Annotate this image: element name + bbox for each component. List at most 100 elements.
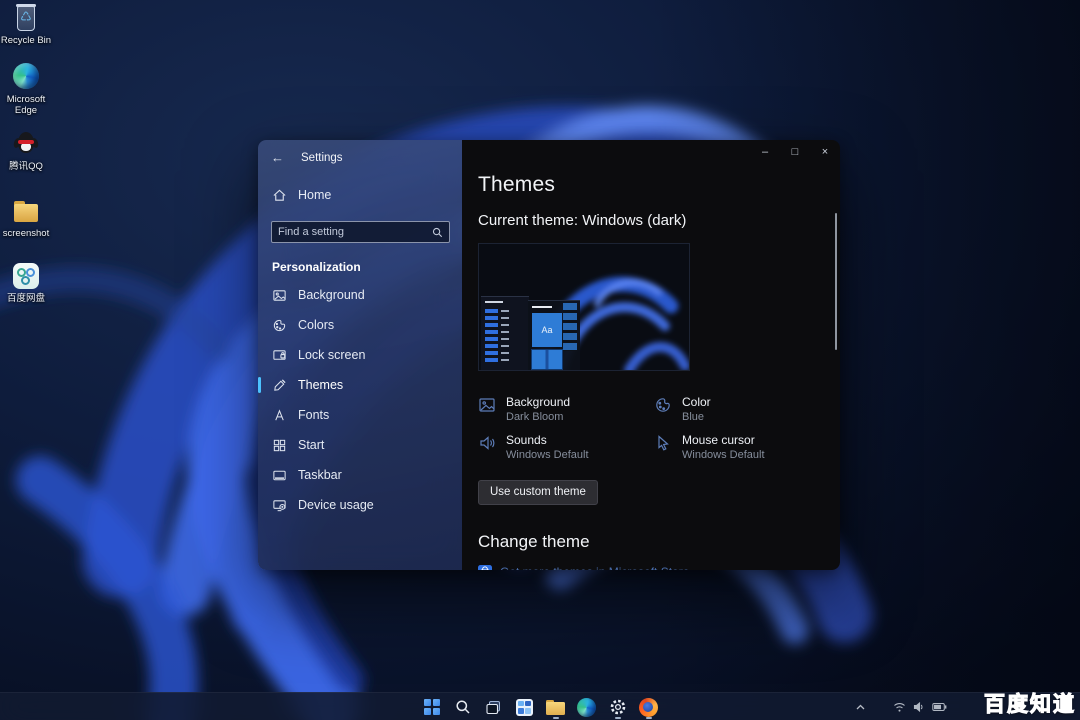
minimize-button[interactable]: – — [750, 140, 780, 164]
start-icon — [272, 438, 287, 453]
sidebar-item-label: Colors — [298, 318, 334, 332]
chevron-up-icon[interactable] — [855, 702, 866, 713]
desktop-icon-qq[interactable]: 腾讯QQ — [0, 130, 52, 172]
property-label: Mouse cursor — [682, 433, 765, 447]
qq-penguin-icon — [12, 130, 40, 158]
current-theme-text: Current theme: Windows (dark) — [478, 212, 840, 229]
desktop-icon-recycle-bin[interactable]: Recycle Bin — [0, 4, 52, 46]
selected-indicator — [258, 377, 261, 393]
desktop-icon-microsoft-edge[interactable]: Microsoft Edge — [0, 62, 52, 116]
background-image-icon — [478, 396, 496, 414]
search-icon — [432, 227, 443, 238]
settings-button[interactable] — [605, 695, 630, 719]
close-button[interactable]: × — [810, 140, 840, 164]
sidebar-item-label: Themes — [298, 378, 343, 392]
file-explorer-button[interactable] — [543, 695, 568, 719]
content-scrollbar[interactable] — [835, 213, 837, 350]
page-title: Themes — [478, 173, 840, 197]
wifi-icon[interactable] — [893, 701, 906, 713]
sidebar-item-taskbar[interactable]: Taskbar — [258, 460, 462, 490]
sidebar-item-label: Taskbar — [298, 468, 342, 482]
search-box[interactable] — [271, 221, 450, 243]
device-usage-icon — [272, 498, 287, 513]
preview-mini-start-menu: Aa — [528, 300, 580, 371]
property-value: Windows Default — [506, 449, 589, 461]
search-icon — [455, 699, 471, 715]
battery-icon[interactable] — [932, 702, 947, 712]
task-view-icon — [485, 699, 502, 716]
preview-aa-tile: Aa — [532, 313, 562, 347]
property-color: Color Blue — [654, 395, 840, 423]
settings-window: ← Settings Home Personalization — [258, 140, 840, 570]
property-value: Blue — [682, 411, 711, 423]
property-sounds: Sounds Windows Default — [478, 433, 654, 461]
start-button[interactable] — [419, 695, 444, 719]
sidebar-item-fonts[interactable]: Fonts — [258, 400, 462, 430]
sidebar-item-lock-screen[interactable]: Lock screen — [258, 340, 462, 370]
window-title: Settings — [301, 152, 343, 164]
property-mouse-cursor: Mouse cursor Windows Default — [654, 433, 840, 461]
taskbar-icon — [272, 468, 287, 483]
color-palette-icon — [654, 396, 672, 414]
widgets-button[interactable] — [512, 695, 537, 719]
settings-content: – □ × Themes Current theme: Windows (dar… — [462, 140, 840, 570]
sidebar-item-background[interactable]: Background — [258, 280, 462, 310]
taskbar-search-button[interactable] — [450, 695, 475, 719]
property-label: Color — [682, 395, 711, 409]
preview-mini-window — [481, 296, 529, 370]
fonts-icon — [272, 408, 287, 423]
desktop-icon-label: screenshot — [0, 228, 52, 239]
edge-icon — [577, 698, 596, 717]
sidebar-item-device-usage[interactable]: Device usage — [258, 490, 462, 520]
desktop-icon-label: 百度网盘 — [0, 293, 52, 304]
taskbar — [0, 692, 1080, 720]
settings-gear-icon — [609, 698, 627, 716]
desktop-icon-label: 腾讯QQ — [0, 161, 52, 172]
window-controls: – □ × — [750, 140, 840, 164]
desktop: Recycle Bin Microsoft Edge 腾讯QQ screensh… — [0, 0, 1080, 720]
background-icon — [272, 288, 287, 303]
taskbar-center-icons — [419, 693, 661, 720]
folder-icon — [12, 197, 40, 225]
firefox-button[interactable] — [636, 695, 661, 719]
get-more-themes-link[interactable]: Get more themes in Microsoft Store — [478, 565, 840, 570]
task-view-button[interactable] — [481, 695, 506, 719]
sidebar-item-label: Fonts — [298, 408, 329, 422]
property-label: Sounds — [506, 433, 589, 447]
get-more-themes-label: Get more themes in Microsoft Store — [500, 565, 689, 570]
property-value: Dark Bloom — [506, 411, 570, 423]
microsoft-store-icon — [478, 565, 492, 570]
desktop-icon-screenshot-folder[interactable]: screenshot — [0, 197, 52, 239]
change-theme-heading: Change theme — [478, 532, 840, 552]
use-custom-theme-button[interactable]: Use custom theme — [478, 480, 598, 505]
theme-preview-image: Aa — [478, 243, 690, 371]
sidebar-item-themes[interactable]: Themes — [258, 370, 462, 400]
widgets-icon — [516, 699, 533, 716]
firefox-icon — [639, 698, 658, 717]
settings-sidebar: ← Settings Home Personalization — [258, 140, 462, 570]
back-arrow-icon[interactable]: ← — [271, 150, 284, 165]
lock-screen-icon — [272, 348, 287, 363]
sidebar-item-start[interactable]: Start — [258, 430, 462, 460]
desktop-icon-label: Microsoft Edge — [0, 94, 52, 116]
maximize-button[interactable]: □ — [780, 140, 810, 164]
sounds-speaker-icon — [478, 434, 496, 452]
edge-button[interactable] — [574, 695, 599, 719]
sidebar-item-label: Lock screen — [298, 348, 365, 362]
file-explorer-icon — [546, 700, 565, 715]
desktop-icon-baidu-netdisk[interactable]: 百度网盘 — [0, 262, 52, 304]
property-label: Background — [506, 395, 570, 409]
open-app-indicator — [553, 717, 559, 719]
desktop-icon-label: Recycle Bin — [0, 35, 52, 46]
colors-icon — [272, 318, 287, 333]
open-app-indicator — [615, 717, 621, 719]
home-icon — [272, 188, 287, 203]
system-tray — [855, 693, 947, 720]
search-input[interactable] — [278, 226, 428, 238]
sidebar-item-home[interactable]: Home — [258, 180, 462, 210]
sidebar-item-colors[interactable]: Colors — [258, 310, 462, 340]
sidebar-item-label: Background — [298, 288, 365, 302]
open-app-indicator — [646, 717, 652, 719]
theme-properties: Background Dark Bloom Color Blue — [478, 395, 840, 461]
volume-icon[interactable] — [913, 701, 925, 713]
